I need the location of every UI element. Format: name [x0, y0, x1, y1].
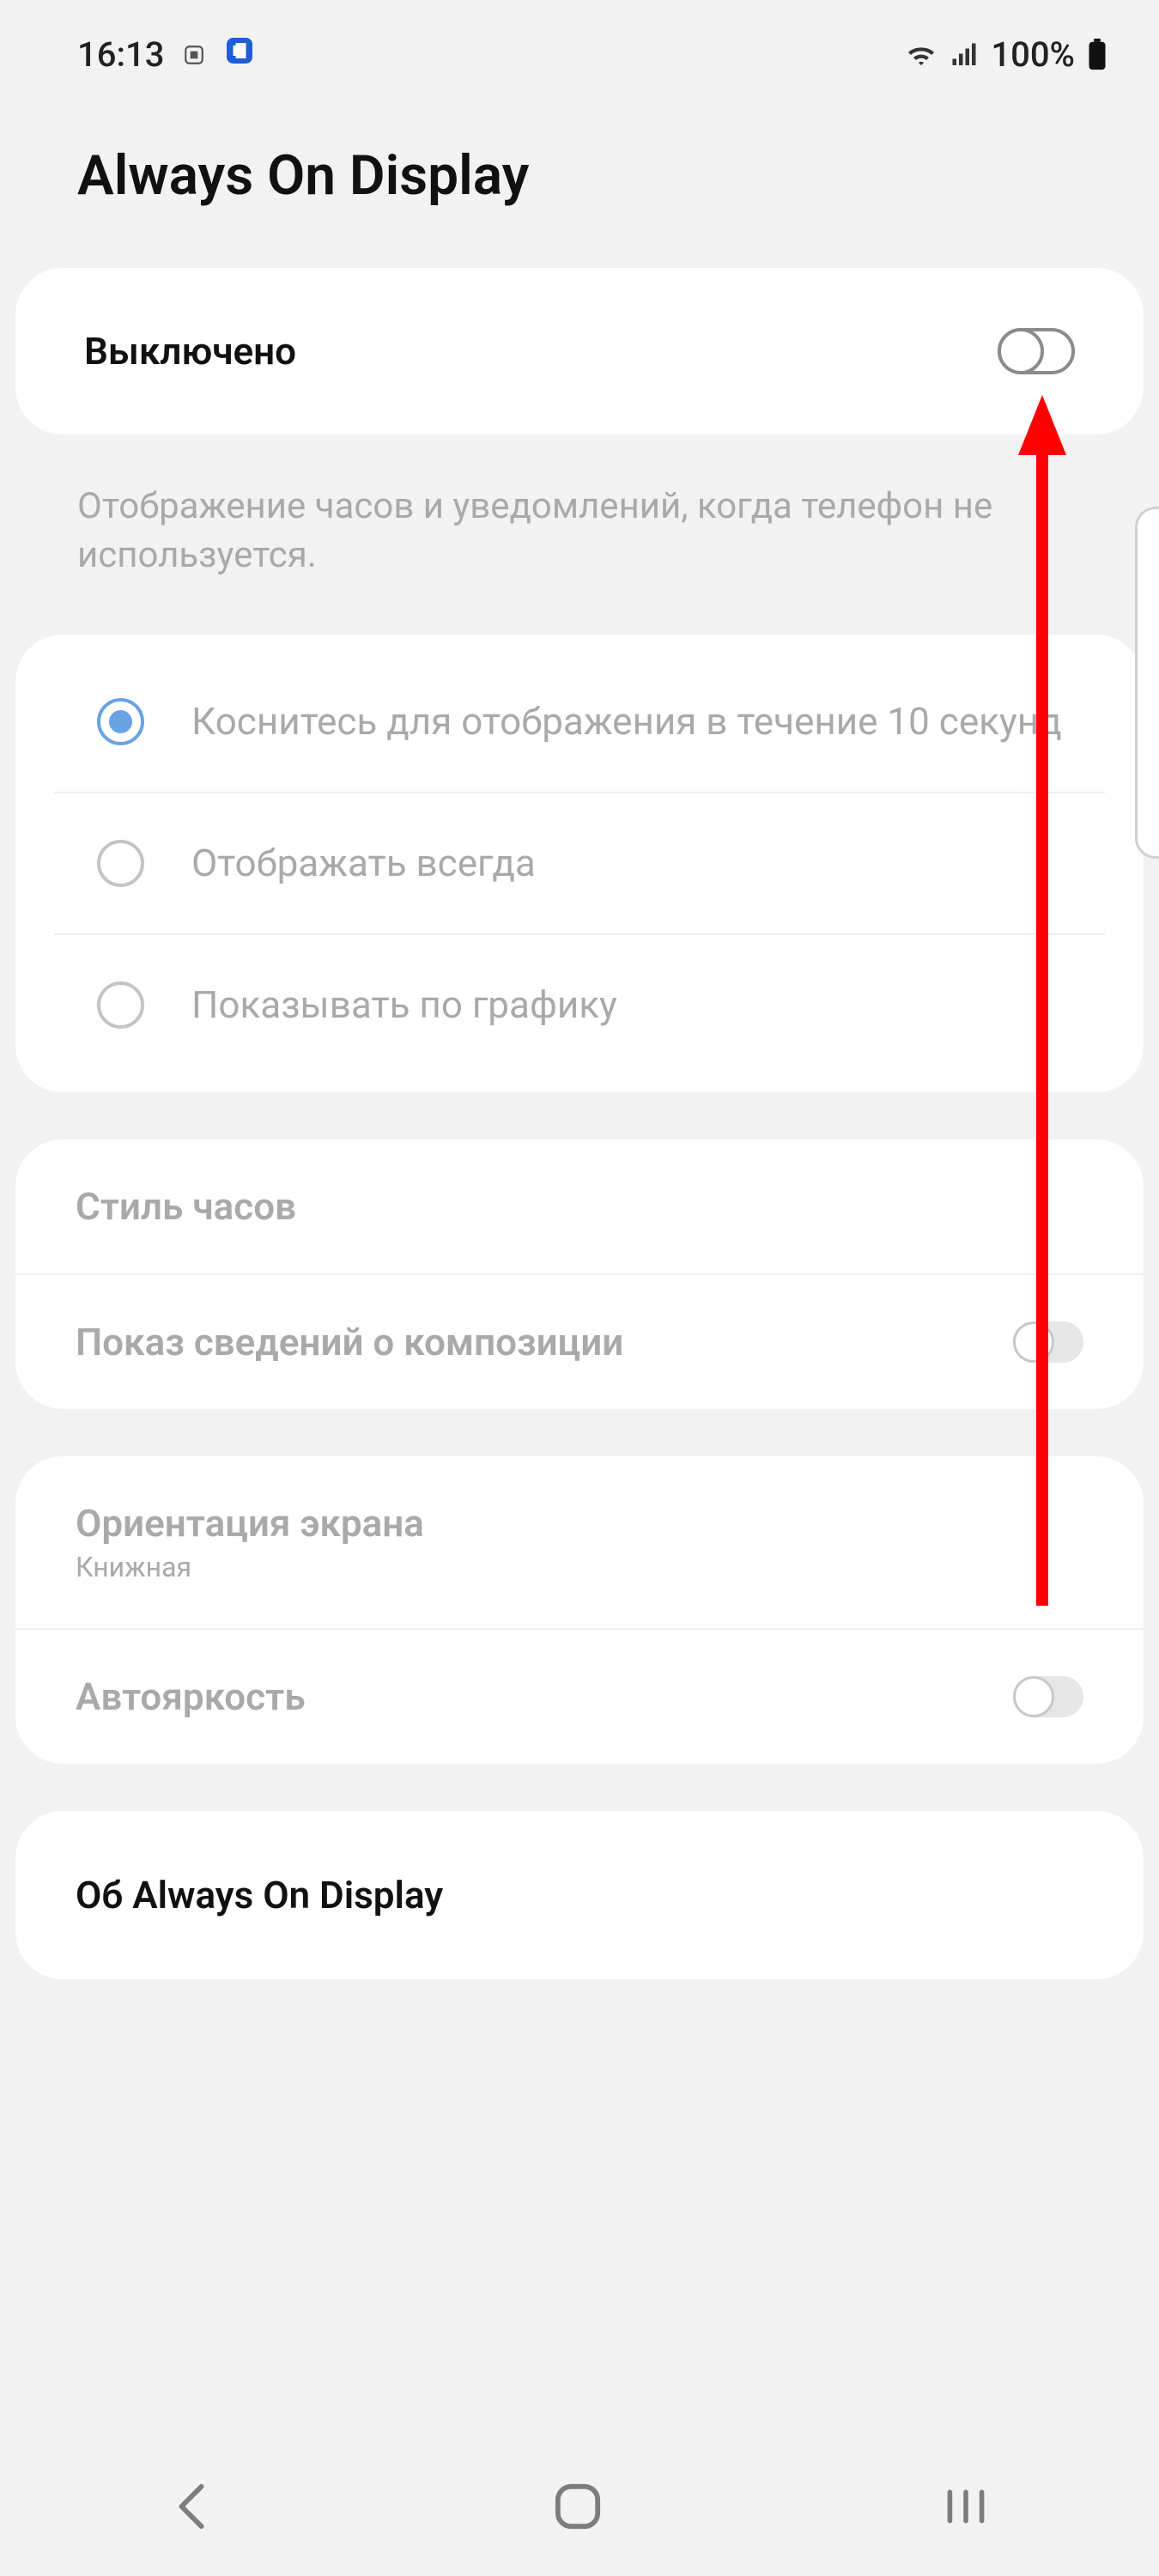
nav-home-button[interactable]: [553, 2482, 603, 2531]
clock-style-row[interactable]: Стиль часов: [15, 1139, 1144, 1273]
wifi-icon: [905, 42, 938, 68]
orientation-row[interactable]: Ориентация экрана Книжная: [15, 1456, 1144, 1628]
mode-schedule[interactable]: Показывать по графику: [54, 933, 1105, 1075]
music-info-label: Показ сведений о композиции: [76, 1320, 623, 1364]
status-app-icon: [224, 34, 255, 75]
music-info-row[interactable]: Показ сведений о композиции: [15, 1273, 1144, 1409]
page-title: Always On Display: [0, 92, 1159, 268]
mode-always[interactable]: Отображать всегда: [54, 792, 1105, 933]
master-toggle[interactable]: [998, 328, 1075, 374]
mode-tap-to-show[interactable]: Коснитесь для отображения в течение 10 с…: [54, 652, 1105, 792]
status-bar: 16:13 100%: [0, 0, 1159, 92]
auto-brightness-label: Автояркость: [76, 1674, 306, 1719]
about-card: Об Always On Display: [15, 1811, 1144, 1979]
music-info-toggle[interactable]: [1013, 1321, 1083, 1363]
clock-style-label: Стиль часов: [76, 1184, 296, 1229]
nav-recents-button[interactable]: [944, 2486, 988, 2527]
scroll-indicator[interactable]: [1135, 507, 1159, 859]
auto-brightness-toggle[interactable]: [1013, 1676, 1083, 1717]
mode-label: Коснитесь для отображения в течение 10 с…: [191, 698, 1062, 745]
mode-label: Отображать всегда: [191, 840, 536, 887]
feature-description: Отображение часов и уведомлений, когда т…: [0, 452, 1159, 635]
battery-icon: [1087, 39, 1107, 71]
display-mode-card: Коснитесь для отображения в течение 10 с…: [15, 635, 1144, 1092]
master-switch-label: Выключено: [84, 329, 296, 374]
about-row[interactable]: Об Always On Display: [15, 1811, 1144, 1979]
signal-icon: [950, 42, 979, 68]
auto-brightness-row[interactable]: Автояркость: [15, 1628, 1144, 1764]
master-switch-row[interactable]: Выключено: [15, 268, 1144, 434]
mode-label: Показывать по графику: [191, 981, 617, 1029]
radio-icon: [97, 698, 144, 745]
status-misc-icon: [183, 34, 205, 75]
master-switch-card: Выключено: [15, 268, 1144, 434]
nav-back-button[interactable]: [171, 2482, 212, 2531]
display-card: Ориентация экрана Книжная Автояркость: [15, 1456, 1144, 1764]
orientation-value: Книжная: [76, 1551, 424, 1583]
radio-icon: [97, 981, 144, 1029]
about-label: Об Always On Display: [76, 1873, 443, 1917]
status-time: 16:13: [77, 34, 164, 75]
battery-percent: 100%: [991, 34, 1075, 75]
navigation-bar: [0, 2442, 1159, 2576]
radio-icon: [97, 840, 144, 887]
orientation-label: Ориентация экрана: [76, 1501, 424, 1546]
style-card: Стиль часов Показ сведений о композиции: [15, 1139, 1144, 1409]
